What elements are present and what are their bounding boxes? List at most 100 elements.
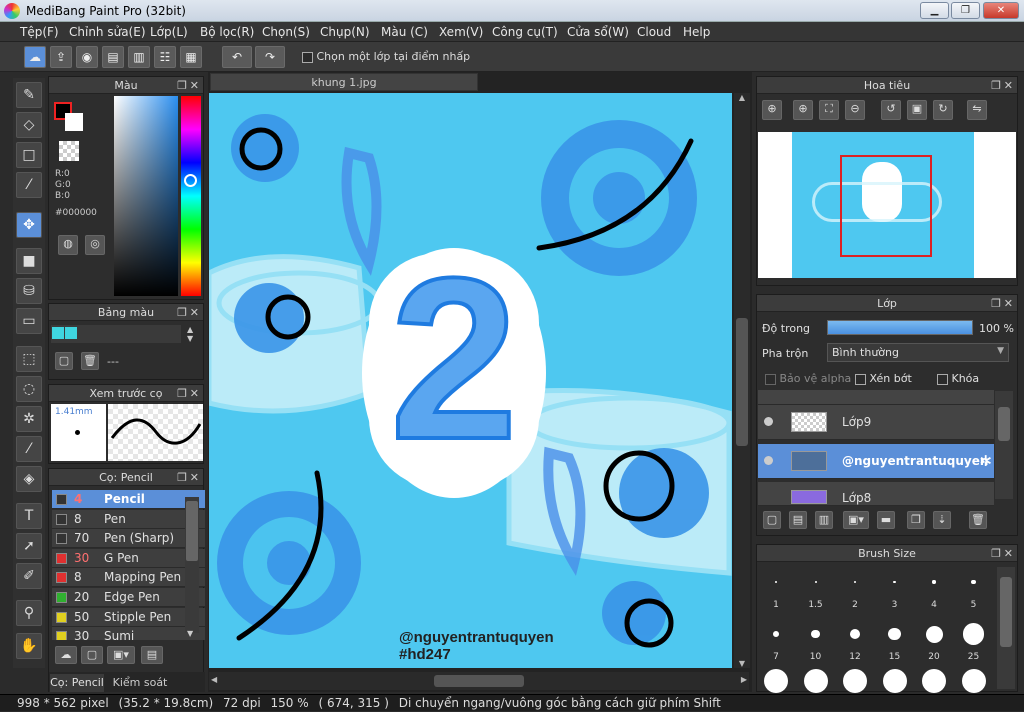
color-picker-icon[interactable]: ◎ [85, 235, 105, 255]
brush-list-item[interactable]: 8 Mapping Pen [52, 568, 205, 588]
brush-size-dot[interactable] [764, 669, 788, 693]
lock-option[interactable]: Khóa [937, 372, 979, 385]
single-layer-option[interactable]: Chọn một lớp tại điểm nhấp [302, 50, 470, 63]
folder-icon[interactable]: ▬ [877, 511, 895, 529]
gradient-tool-icon[interactable]: ▭ [16, 308, 42, 334]
menu-select[interactable]: Chọn(S) [262, 25, 310, 39]
popout-icon[interactable]: ❐ [177, 304, 187, 321]
protect-alpha-option[interactable]: Bảo vệ alpha [765, 372, 851, 385]
brush-list-item[interactable]: 30 G Pen [52, 548, 205, 568]
duplicate-layer-icon[interactable]: ❐ [907, 511, 925, 529]
select-eraser-icon[interactable]: ◈ [16, 466, 42, 492]
brush-list-scrollbar[interactable] [185, 497, 199, 633]
menu-capture[interactable]: Chụp(N) [320, 25, 370, 39]
hue-handle[interactable] [184, 174, 197, 187]
palette-swatch[interactable] [65, 327, 77, 339]
new-layer-icon[interactable]: ▢ [763, 511, 781, 529]
panel-close-icon[interactable]: ✕ [1004, 77, 1013, 94]
new-layer-menu-icon[interactable]: ▤ [789, 511, 807, 529]
cloud-icon[interactable]: ☁ [24, 46, 46, 68]
layer-row[interactable]: Lớp8 [758, 482, 994, 506]
popout-icon[interactable]: ❐ [991, 545, 1001, 562]
popout-icon[interactable]: ❐ [991, 77, 1001, 94]
brush-list-item[interactable]: 20 Edge Pen [52, 588, 205, 607]
brush-tool-icon[interactable]: ✎ [16, 82, 42, 108]
brush-list-item[interactable]: 70 Pen (Sharp) [52, 529, 205, 549]
visibility-icon[interactable] [764, 456, 773, 465]
zoom-plus-icon[interactable]: ⊕ [793, 100, 813, 120]
magic-wand-icon[interactable]: ✲ [16, 406, 42, 432]
delete-layer-icon[interactable]: 🗑 [969, 511, 987, 529]
lock-checkbox[interactable] [937, 373, 948, 385]
tab-brush[interactable]: Cọ: Pencil [50, 674, 104, 692]
scroll-up-icon[interactable]: ▲ [734, 93, 750, 102]
scroll-left-icon[interactable]: ◀ [211, 675, 217, 684]
brush-size-dot[interactable] [893, 580, 896, 584]
fit-window-icon[interactable]: ▣ [907, 100, 927, 120]
undo-icon[interactable]: ↶ [222, 46, 252, 68]
page-icon[interactable]: ▥ [128, 46, 150, 68]
new-brush-icon[interactable]: ▢ [81, 646, 103, 664]
opacity-slider[interactable] [827, 320, 973, 335]
brush-size-dot[interactable] [971, 579, 976, 585]
vertical-scroll-thumb[interactable] [736, 318, 748, 446]
brush-list-item[interactable]: 8 Pen [52, 509, 205, 529]
brush-size-dot[interactable] [803, 669, 828, 693]
fit-screen-icon[interactable]: ⛶ [819, 100, 839, 120]
lasso-tool-icon[interactable]: ◌ [16, 376, 42, 402]
brush-size-dot[interactable] [854, 581, 856, 583]
panel-close-icon[interactable]: ✕ [1004, 545, 1013, 562]
bucket-tool-icon[interactable]: ⛁ [16, 278, 42, 304]
flip-icon[interactable]: ⇋ [967, 100, 987, 120]
menu-cloud[interactable]: Cloud [637, 25, 671, 39]
merge-layer-icon[interactable]: ⇣ [933, 511, 951, 529]
rotate-right-icon[interactable]: ↻ [933, 100, 953, 120]
zoom-out-icon[interactable]: ⊖ [845, 100, 865, 120]
select-tool-icon[interactable]: ⬚ [16, 346, 42, 372]
brush-list-scroll-thumb[interactable] [186, 501, 198, 561]
add-brush-icon[interactable]: ▣▾ [107, 646, 135, 664]
new-palette-icon[interactable]: ▢ [55, 352, 73, 370]
drawing-canvas[interactable]: 2 @nguyentrantuquyen #hd247 [209, 93, 732, 668]
menu-filter[interactable]: Bộ lọc(R) [200, 25, 254, 39]
panel-close-icon[interactable]: ✕ [190, 469, 199, 486]
delete-palette-icon[interactable]: 🗑 [81, 352, 99, 370]
select-pen-icon[interactable]: ⁄ [16, 436, 42, 462]
page-list-icon[interactable]: ☷ [154, 46, 176, 68]
brush-list-item[interactable]: 50 Stipple Pen [52, 607, 205, 627]
dot-tool-icon[interactable]: ⁄ [16, 172, 42, 198]
fill-rect-tool-icon[interactable]: ■ [16, 248, 42, 274]
background-color-swatch[interactable] [65, 113, 83, 131]
brush-size-dot[interactable] [961, 669, 986, 693]
panel-close-icon[interactable]: ✕ [1004, 295, 1013, 312]
menu-layer[interactable]: Lớp(L) [150, 25, 188, 39]
transparent-color-swatch[interactable] [59, 141, 79, 161]
brush-size-dot[interactable] [932, 580, 936, 584]
brush-size-dot[interactable] [775, 581, 777, 583]
single-layer-checkbox[interactable] [302, 51, 313, 63]
horizontal-scroll-thumb[interactable] [434, 675, 524, 687]
hue-slider[interactable] [181, 96, 201, 296]
zoom-in-icon[interactable]: ⊕ [762, 100, 782, 120]
brush-size-dot[interactable] [922, 669, 946, 693]
popout-icon[interactable]: ❐ [177, 385, 187, 402]
layer-row-partial[interactable] [758, 390, 994, 405]
layer-row[interactable]: Lớp9 [758, 405, 994, 440]
protect-alpha-checkbox[interactable] [765, 373, 776, 385]
rotate-left-icon[interactable]: ↺ [881, 100, 901, 120]
close-button[interactable]: ✕ [983, 2, 1019, 19]
brush-size-dot[interactable] [962, 623, 985, 645]
layer-list-scroll-thumb[interactable] [998, 407, 1010, 441]
blend-mode-select[interactable]: Bình thường ▼ [827, 343, 1009, 362]
menu-color[interactable]: Màu (C) [381, 25, 428, 39]
rectangle-tool-icon[interactable]: □ [16, 142, 42, 168]
brush-list-item[interactable]: 4Pencil✲ [52, 490, 205, 509]
brush-list-item[interactable]: 30 Sumi [52, 627, 205, 640]
brush-size-dot[interactable] [888, 627, 901, 641]
tab-brush-control[interactable]: Kiểm soát cọ [106, 674, 174, 707]
brush-size-dot[interactable] [843, 669, 867, 693]
saturation-value-picker[interactable] [114, 96, 178, 296]
popout-icon[interactable]: ❐ [177, 469, 187, 486]
panel-close-icon[interactable]: ✕ [190, 77, 199, 94]
menu-view[interactable]: Xem(V) [439, 25, 483, 39]
